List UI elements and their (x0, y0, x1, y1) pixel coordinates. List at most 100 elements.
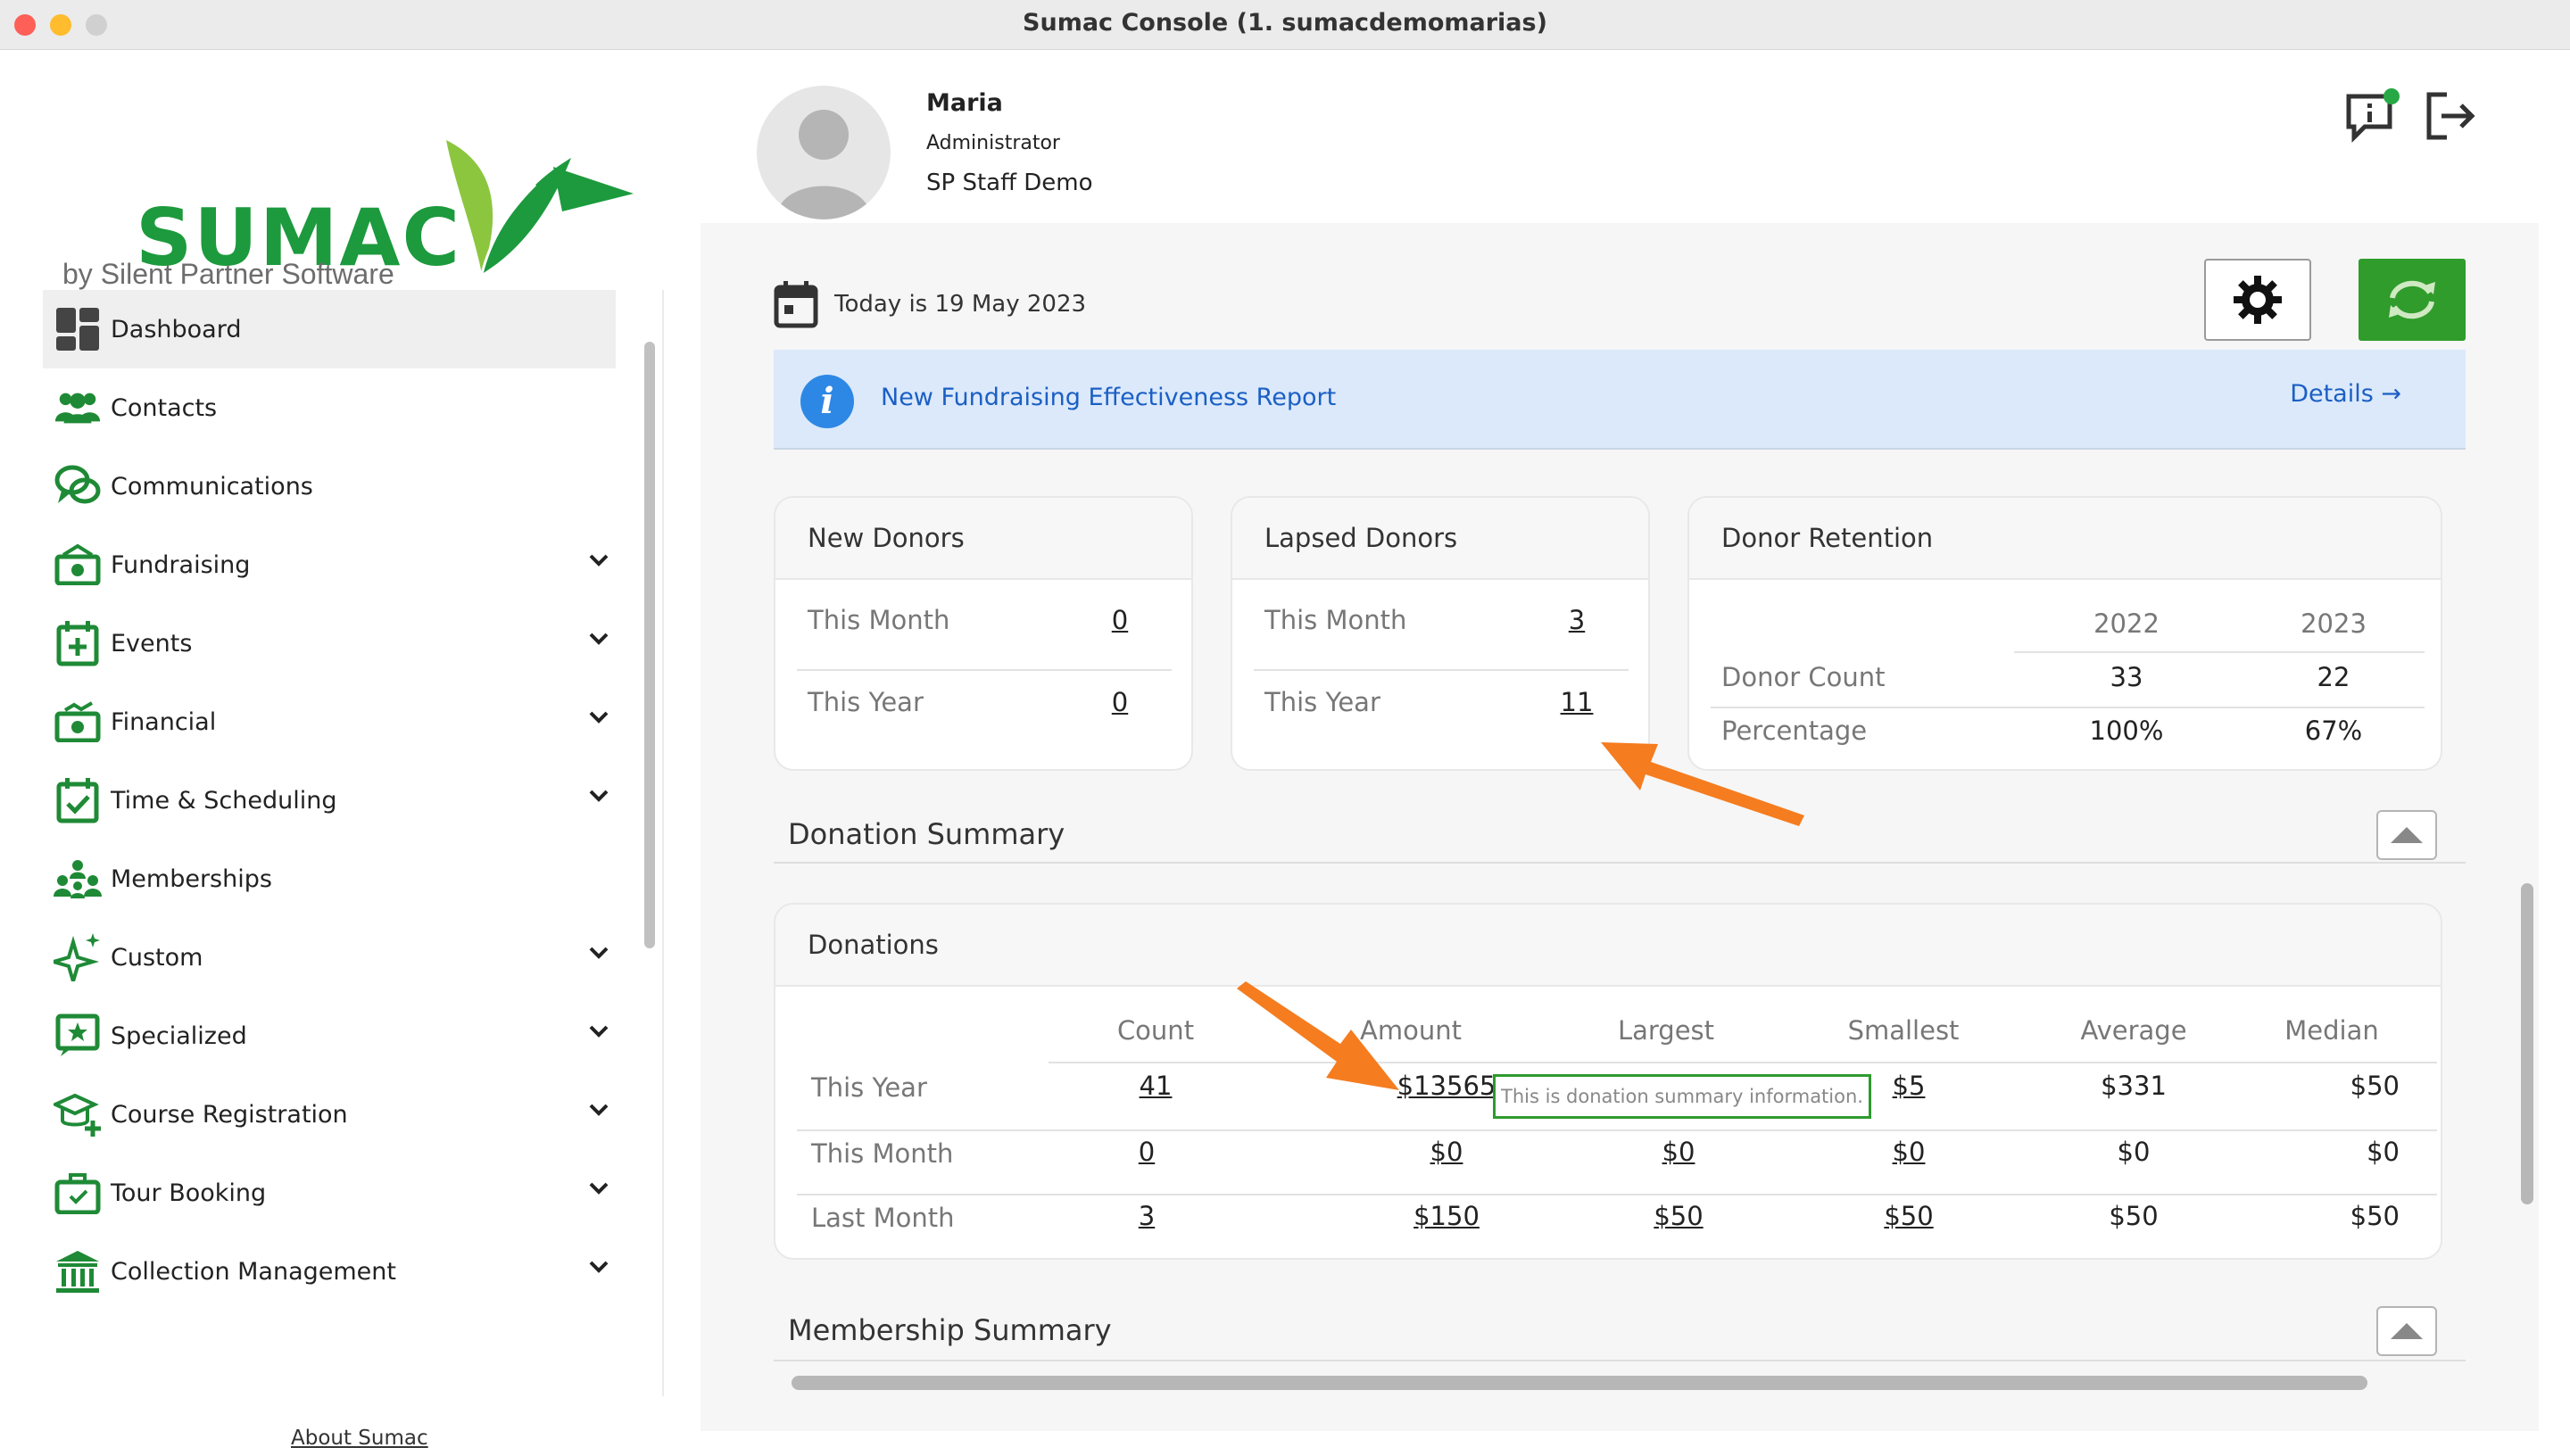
details-link[interactable]: Details → (2290, 380, 2401, 408)
this-month-smallest-link[interactable]: $0 (1828, 1137, 1989, 1167)
chevron-down-icon[interactable] (589, 947, 609, 959)
course-registration-icon (54, 1090, 102, 1138)
row-divider (2014, 651, 2425, 653)
chevron-down-icon[interactable] (589, 790, 609, 802)
sidebar-item-financial[interactable]: Financial (43, 682, 616, 761)
window-titlebar: Sumac Console (1. sumacdemomarias) (0, 0, 2570, 50)
row-label: This Month (808, 605, 950, 635)
annotation-arrow-icon (1237, 981, 1399, 1090)
settings-button[interactable] (2204, 259, 2311, 341)
card-title: Donations (775, 905, 2441, 987)
refresh-button[interactable] (2359, 259, 2466, 341)
vertical-scrollbar[interactable] (2521, 883, 2533, 1204)
sidebar-item-label: Financial (111, 707, 217, 736)
sidebar-item-label: Tour Booking (111, 1179, 267, 1207)
sidebar-item-fundraising[interactable]: Fundraising (43, 525, 616, 604)
sidebar: SUMAC by Silent Partner Software Dashboa… (0, 51, 701, 1456)
section-divider (774, 1360, 2466, 1361)
sidebar-item-memberships[interactable]: Memberships (43, 840, 616, 918)
row-label: Last Month (811, 1203, 955, 1233)
column-header: Average (2080, 1015, 2187, 1046)
sidebar-divider (662, 290, 664, 1396)
sidebar-item-custom[interactable]: Custom (43, 918, 616, 997)
this-month-amount-link[interactable]: $0 (1366, 1137, 1527, 1167)
chevron-down-icon[interactable] (589, 1261, 609, 1273)
calendar-icon (774, 281, 818, 328)
row-label: Donor Count (1721, 662, 1886, 692)
card-title: New Donors (775, 498, 1191, 580)
sidebar-item-tour-booking[interactable]: Tour Booking (43, 1154, 616, 1232)
lapsed-donors-this-month-link[interactable]: 3 (1550, 605, 1604, 635)
sidebar-item-label: Events (111, 629, 193, 658)
fundraising-icon (54, 541, 102, 589)
dashboard-icon (54, 305, 102, 353)
chevron-down-icon[interactable] (589, 1025, 609, 1038)
new-donors-this-month-link[interactable]: 0 (1093, 605, 1147, 635)
sidebar-item-contacts[interactable]: Contacts (43, 368, 616, 447)
collection-management-icon (54, 1247, 102, 1295)
custom-icon (54, 933, 102, 981)
last-month-average: $50 (2109, 1201, 2159, 1231)
chevron-down-icon[interactable] (589, 711, 609, 724)
sidebar-item-collection-management[interactable]: Collection Management (43, 1232, 616, 1311)
section-divider (774, 862, 2466, 864)
this-month-average: $0 (2117, 1137, 2151, 1167)
last-month-count-link[interactable]: 3 (1066, 1201, 1227, 1231)
column-header: Count (1116, 1015, 1195, 1046)
collapse-membership-summary-button[interactable] (2376, 1306, 2437, 1356)
logout-icon[interactable] (2424, 89, 2477, 143)
new-donors-this-month-row: This Month 0 (797, 580, 1172, 660)
logo-tagline: by Silent Partner Software (62, 258, 394, 290)
horizontal-scrollbar[interactable] (792, 1376, 2367, 1390)
this-month-count-link[interactable]: 0 (1066, 1137, 1227, 1167)
tour-booking-icon (54, 1169, 102, 1217)
lapsed-donors-this-year-link[interactable]: 11 (1550, 687, 1604, 717)
retention-value: 67% (2304, 716, 2363, 746)
sidebar-item-label: Course Registration (111, 1100, 348, 1129)
avatar (757, 86, 891, 219)
donations-table: Count Amount Largest Smallest Average Me… (775, 1015, 2441, 1258)
lapsed-donors-this-year-row: This Year 11 (1254, 662, 1629, 742)
chevron-down-icon[interactable] (589, 633, 609, 645)
this-month-largest-link[interactable]: $0 (1598, 1137, 1759, 1167)
last-month-smallest-link[interactable]: $50 (1828, 1201, 1989, 1231)
retention-value: 33 (2110, 662, 2143, 692)
sidebar-item-label: Fundraising (111, 550, 251, 579)
info-icon: i (800, 375, 854, 428)
refresh-icon (2389, 280, 2435, 319)
collapse-donation-summary-button[interactable] (2376, 810, 2437, 860)
sidebar-item-label: Time & Scheduling (111, 786, 337, 815)
sidebar-item-time-scheduling[interactable]: Time & Scheduling (43, 761, 616, 840)
sidebar-item-communications[interactable]: Communications (43, 447, 616, 525)
donation-summary-title: Donation Summary (788, 817, 1065, 851)
chevron-down-icon[interactable] (589, 1182, 609, 1195)
banner-message[interactable]: New Fundraising Effectiveness Report (881, 384, 1336, 411)
retention-year-header: 2022 (2093, 608, 2160, 639)
new-donors-this-year-link[interactable]: 0 (1093, 687, 1147, 717)
lapsed-donors-card: Lapsed Donors This Month 3 This Year 11 (1231, 496, 1650, 771)
last-month-largest-link[interactable]: $50 (1598, 1201, 1759, 1231)
sidebar-scrollbar[interactable] (644, 342, 655, 948)
row-label: This Year (808, 687, 924, 717)
last-month-amount-link[interactable]: $150 (1366, 1201, 1527, 1231)
financial-icon (54, 698, 102, 746)
sidebar-item-label: Memberships (111, 864, 272, 893)
communications-icon (54, 462, 102, 510)
sidebar-item-dashboard[interactable]: Dashboard (43, 290, 616, 368)
membership-summary-title: Membership Summary (788, 1313, 1112, 1347)
row-label: This Year (811, 1072, 927, 1103)
donation-summary-tooltip: This is donation summary information. (1493, 1074, 1871, 1119)
chevron-down-icon[interactable] (589, 1104, 609, 1116)
specialized-icon (54, 1012, 102, 1060)
notification-icon[interactable] (2343, 87, 2400, 145)
about-sumac-link[interactable]: About Sumac (291, 1427, 428, 1450)
this-year-count-link[interactable]: 41 (1075, 1071, 1236, 1101)
this-year-average: $331 (2101, 1071, 2167, 1101)
retention-value: 100% (2089, 716, 2164, 746)
chevron-down-icon[interactable] (589, 554, 609, 567)
last-month-median: $50 (2350, 1201, 2400, 1231)
sidebar-item-events[interactable]: Events (43, 604, 616, 682)
sidebar-item-specialized[interactable]: Specialized (43, 997, 616, 1075)
sidebar-item-course-registration[interactable]: Course Registration (43, 1075, 616, 1154)
sidebar-item-label: Collection Management (111, 1257, 396, 1286)
